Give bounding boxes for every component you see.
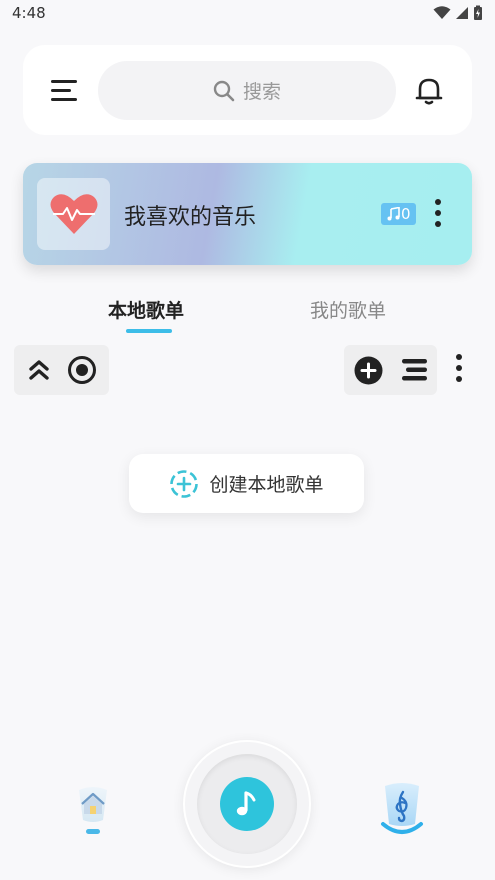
menu-button[interactable] [49,75,81,105]
toolbar-left [14,345,109,395]
tab-local-playlists[interactable]: 本地歌单 [108,296,184,323]
heart-icon [50,194,97,234]
favorites-more-button[interactable] [431,199,445,231]
add-icon [354,356,383,385]
status-bar: 4:48 [0,0,495,26]
song-count-badge: 0 [381,203,416,225]
play-music-icon [236,791,256,816]
search-placeholder: 搜索 [242,81,281,103]
top-bar: 搜索 [23,45,472,135]
create-local-playlist-label: 创建本地歌单 [209,474,324,496]
status-icons [433,5,483,21]
sort-button[interactable] [399,358,429,382]
treble-clef-icon [381,783,423,834]
locate-icon [68,356,96,384]
favorites-card[interactable]: 我喜欢的音乐 0 [23,163,472,265]
more-vertical-icon [431,199,445,227]
tab-my-playlists[interactable]: 我的歌单 [310,296,386,323]
wifi-icon [433,6,451,19]
nav-center-ring [185,742,309,866]
music-note-icon [387,207,400,221]
nav-center-inner [197,754,297,854]
notification-button[interactable] [413,75,445,107]
status-time: 4:48 [12,4,46,22]
menu-icon [51,80,77,101]
tab-active-indicator [126,329,172,333]
locate-button[interactable] [67,355,97,385]
favorites-cover [37,178,110,250]
more-vertical-icon [452,354,466,382]
search-input[interactable]: 搜索 [98,61,396,120]
bell-icon [415,78,443,105]
favorites-title: 我喜欢的音乐 [124,205,257,230]
search-icon [213,80,235,101]
collapse-up-icon [29,360,49,380]
create-local-playlist-button[interactable]: 创建本地歌单 [129,454,364,513]
add-playlist-button[interactable] [354,356,383,385]
song-count: 0 [401,205,411,223]
sort-icon [402,359,427,381]
toolbar-more-button[interactable] [452,354,466,386]
nav-home[interactable] [70,782,116,838]
signal-icon [456,7,468,19]
toolbar-right [344,345,437,395]
battery-icon [474,5,482,20]
nav-now-playing[interactable] [220,777,274,831]
home-icon [79,787,107,834]
add-circle-dashed-icon [170,469,199,498]
collapse-button[interactable] [26,358,52,382]
nav-music-library[interactable] [378,780,426,840]
